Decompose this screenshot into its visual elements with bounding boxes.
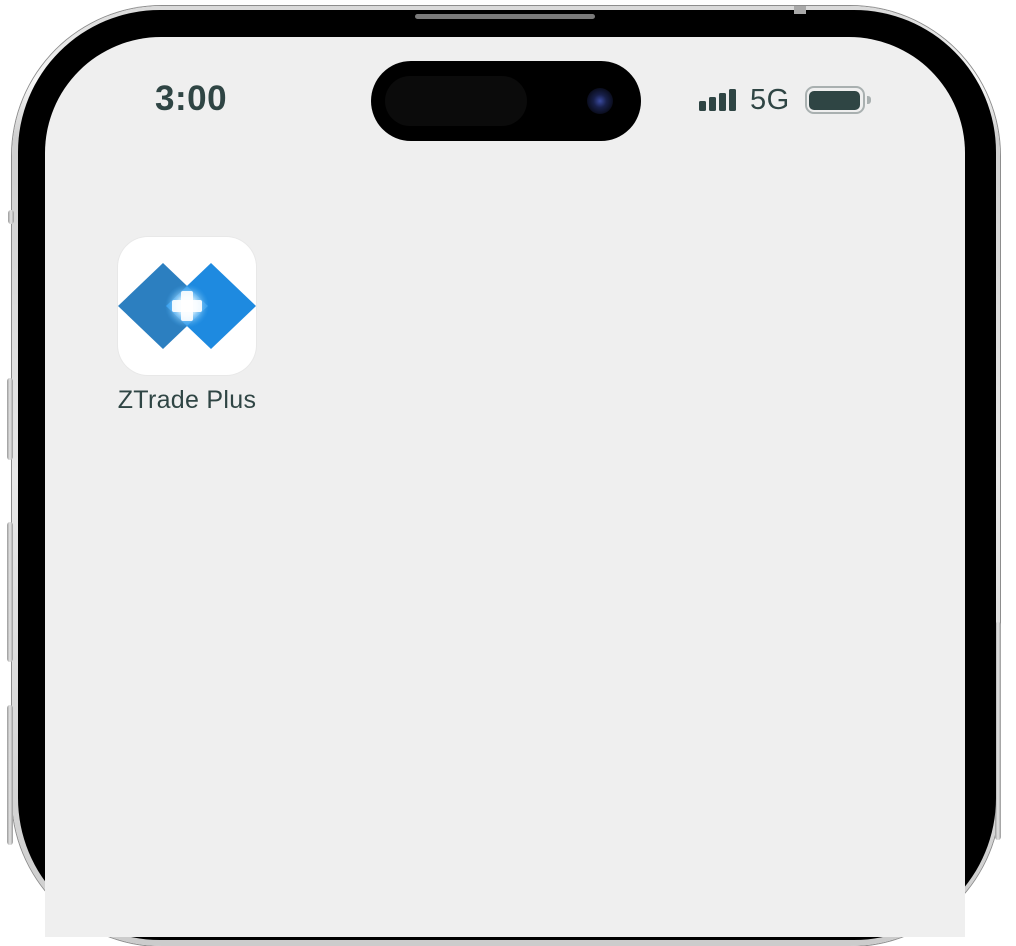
home-screen: 3:00 5G ZTrade Plus [45, 37, 965, 937]
speaker-grille [415, 14, 595, 19]
network-type-label: 5G [750, 83, 790, 116]
cellular-signal-icon [699, 89, 736, 111]
ztrade-plus-logo-graphic [118, 263, 256, 349]
action-button [8, 210, 14, 224]
face-id-sensor [385, 76, 527, 126]
battery-icon [804, 86, 871, 114]
dynamic-island [371, 61, 641, 141]
app-ztrade-plus[interactable]: ZTrade Plus [109, 237, 265, 415]
status-time: 3:00 [155, 79, 228, 118]
volume-up-button [7, 378, 13, 460]
front-camera-icon [587, 88, 613, 114]
app-label[interactable]: ZTrade Plus [118, 386, 257, 415]
status-indicators: 5G [699, 83, 871, 116]
lower-left-button [7, 705, 13, 845]
ztrade-plus-logo-icon[interactable] [118, 237, 256, 375]
volume-down-button [7, 522, 13, 662]
antenna-band [794, 6, 806, 14]
